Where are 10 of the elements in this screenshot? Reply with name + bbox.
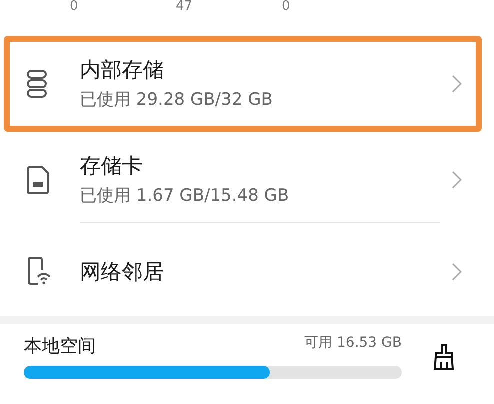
- count-label: 47: [176, 0, 194, 16]
- available-space: 可用 16.53 GB: [304, 334, 402, 353]
- item-title: 存储卡: [80, 153, 144, 180]
- usage-text: 已使用 1.67 GB/15.48 GB: [80, 185, 290, 207]
- item-title: 网络邻居: [80, 259, 165, 286]
- count-label: 0: [70, 0, 80, 16]
- item-title: 内部存储: [80, 57, 165, 84]
- usage-text: 已使用 29.28 GB/32 GB: [80, 89, 274, 111]
- count-label: 0: [282, 0, 292, 16]
- section-label: 本地空间: [24, 335, 96, 358]
